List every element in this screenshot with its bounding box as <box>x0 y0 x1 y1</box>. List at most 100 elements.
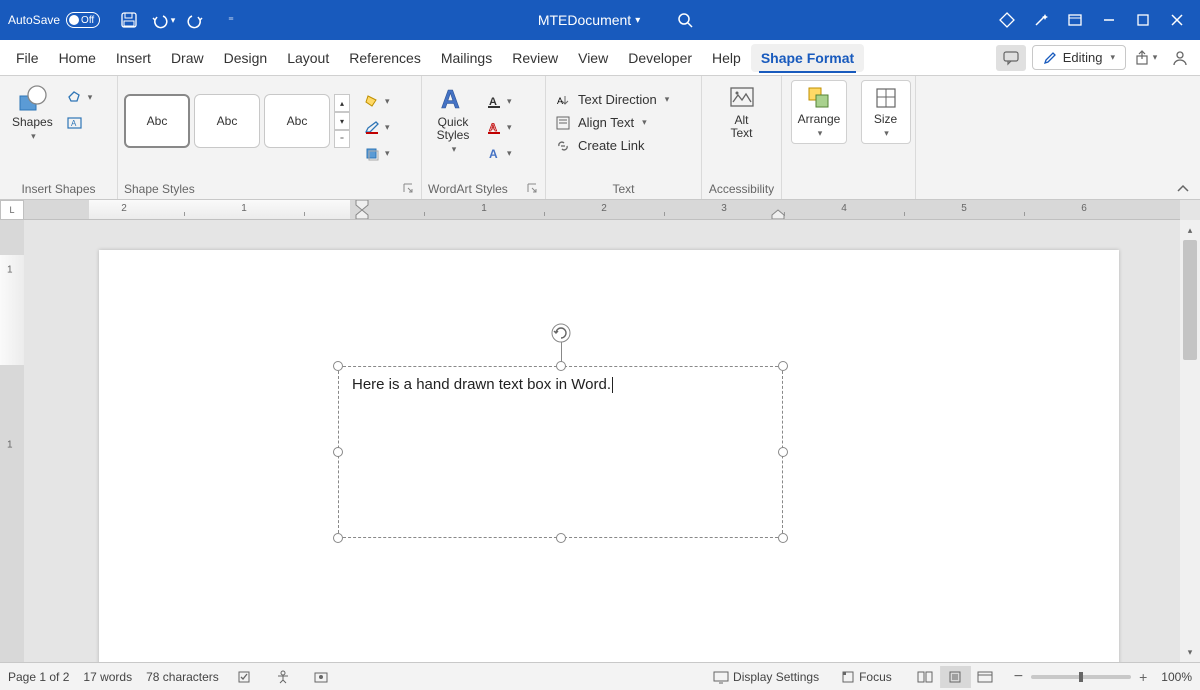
qat-customize-button[interactable]: ⁼ <box>216 5 246 35</box>
document-title[interactable]: MTEDocument▾ <box>538 12 640 28</box>
display-settings-button[interactable]: Display Settings <box>709 666 823 688</box>
page-status[interactable]: Page 1 of 2 <box>8 670 69 684</box>
text-box-shape[interactable]: Here is a hand drawn text box in Word. <box>338 366 783 538</box>
draw-text-box-button[interactable]: A <box>63 112 97 134</box>
comments-button[interactable] <box>996 45 1026 71</box>
maximize-button[interactable] <box>1128 5 1158 35</box>
tab-view[interactable]: View <box>568 44 618 72</box>
horizontal-ruler[interactable]: 2 1 1 2 3 4 5 6 <box>24 200 1180 220</box>
zoom-in-button[interactable]: + <box>1139 669 1147 685</box>
tab-references[interactable]: References <box>339 44 431 72</box>
vertical-scrollbar[interactable]: ▴ ▾ <box>1180 220 1200 662</box>
rotate-handle[interactable] <box>550 322 572 347</box>
align-text-button[interactable]: Align Text▾ <box>552 113 673 132</box>
group-label-wordart: WordArt Styles <box>428 182 508 196</box>
text-box-content[interactable]: Here is a hand drawn text box in Word. <box>352 376 613 393</box>
save-button[interactable] <box>114 5 144 35</box>
style-preset-2[interactable]: Abc <box>194 94 260 148</box>
gallery-prev[interactable]: ▴ <box>334 94 350 112</box>
quick-styles-button[interactable]: A Quick Styles▾ <box>428 80 478 159</box>
dialog-launcher-icon[interactable] <box>527 183 539 195</box>
resize-handle-e[interactable] <box>778 447 788 457</box>
print-layout-button[interactable] <box>940 666 970 688</box>
resize-handle-w[interactable] <box>333 447 343 457</box>
macro-status[interactable] <box>309 666 333 688</box>
tab-layout[interactable]: Layout <box>277 44 339 72</box>
group-label-text: Text <box>612 182 634 196</box>
gallery-more[interactable]: ⁼ <box>334 130 350 148</box>
scroll-down-button[interactable]: ▾ <box>1180 642 1200 662</box>
wand-icon[interactable] <box>1026 5 1056 35</box>
tab-review[interactable]: Review <box>502 44 568 72</box>
resize-handle-n[interactable] <box>556 361 566 371</box>
share-button[interactable]: ▾ <box>1132 44 1160 72</box>
tab-shape-format[interactable]: Shape Format <box>751 44 864 72</box>
wordart-icon: A <box>438 84 468 114</box>
size-button[interactable]: Size▾ <box>861 80 911 144</box>
group-label-insert-shapes: Insert Shapes <box>6 179 111 197</box>
accessibility-status[interactable] <box>271 666 295 688</box>
diamond-icon[interactable] <box>992 5 1022 35</box>
arrange-icon <box>806 85 832 111</box>
edit-shape-button[interactable]: ▾ <box>63 86 97 108</box>
right-indent-marker[interactable] <box>772 210 786 220</box>
tab-help[interactable]: Help <box>702 44 751 72</box>
zoom-out-button[interactable]: − <box>1014 668 1023 686</box>
collapse-ribbon-button[interactable] <box>1176 182 1190 196</box>
focus-mode-button[interactable]: Focus <box>837 666 896 688</box>
scroll-thumb[interactable] <box>1183 240 1197 360</box>
pencil-icon <box>1043 51 1057 65</box>
style-preset-3[interactable]: Abc <box>264 94 330 148</box>
shape-styles-gallery[interactable]: Abc Abc Abc ▴ ▾ ⁼ <box>124 88 350 154</box>
scroll-up-button[interactable]: ▴ <box>1180 220 1200 240</box>
zoom-slider[interactable] <box>1031 675 1131 679</box>
style-preset-1[interactable]: Abc <box>124 94 190 148</box>
document-area[interactable]: Here is a hand drawn text box in Word. <box>24 220 1180 662</box>
close-button[interactable] <box>1162 5 1192 35</box>
text-fill-button[interactable]: A▾ <box>482 90 516 112</box>
tab-home[interactable]: Home <box>49 44 106 72</box>
vertical-ruler[interactable]: 1 1 2 <box>0 220 24 662</box>
resize-handle-s[interactable] <box>556 533 566 543</box>
tab-developer[interactable]: Developer <box>618 44 702 72</box>
alt-text-button[interactable]: Alt Text <box>717 80 767 144</box>
dialog-launcher-icon[interactable] <box>403 183 415 195</box>
zoom-level[interactable]: 100% <box>1161 670 1192 684</box>
tab-draw[interactable]: Draw <box>161 44 214 72</box>
arrange-button[interactable]: Arrange▾ <box>791 80 848 144</box>
resize-handle-ne[interactable] <box>778 361 788 371</box>
tab-mailings[interactable]: Mailings <box>431 44 502 72</box>
left-indent-marker[interactable] <box>356 210 370 220</box>
shape-effects-button[interactable]: ▾ <box>360 142 394 164</box>
word-count[interactable]: 17 words <box>83 670 132 684</box>
shapes-button[interactable]: Shapes▾ <box>6 80 59 146</box>
ribbon-display-button[interactable] <box>1060 5 1090 35</box>
resize-handle-se[interactable] <box>778 533 788 543</box>
web-layout-button[interactable] <box>970 666 1000 688</box>
autosave-toggle[interactable]: AutoSave Off <box>8 12 100 28</box>
shape-fill-button[interactable]: ▾ <box>360 90 394 112</box>
group-label-shape-styles: Shape Styles <box>124 182 195 196</box>
text-direction-icon: A <box>556 93 572 107</box>
shape-outline-button[interactable]: ▾ <box>360 116 394 138</box>
text-effects-button[interactable]: A▾ <box>482 142 516 164</box>
char-count[interactable]: 78 characters <box>146 670 219 684</box>
read-mode-button[interactable] <box>910 666 940 688</box>
minimize-button[interactable] <box>1094 5 1124 35</box>
editing-mode-button[interactable]: Editing▾ <box>1032 45 1126 70</box>
text-direction-button[interactable]: A Text Direction▾ <box>552 90 673 109</box>
redo-button[interactable] <box>182 5 212 35</box>
tab-file[interactable]: File <box>6 44 49 72</box>
tab-design[interactable]: Design <box>214 44 278 72</box>
account-button[interactable] <box>1166 44 1194 72</box>
spelling-status[interactable] <box>233 666 257 688</box>
gallery-next[interactable]: ▾ <box>334 112 350 130</box>
size-icon <box>873 85 899 111</box>
search-button[interactable] <box>670 12 700 28</box>
text-outline-button[interactable]: A▾ <box>482 116 516 138</box>
tab-insert[interactable]: Insert <box>106 44 161 72</box>
resize-handle-nw[interactable] <box>333 361 343 371</box>
resize-handle-sw[interactable] <box>333 533 343 543</box>
undo-button[interactable]: ▾ <box>148 5 178 35</box>
create-link-button[interactable]: Create Link <box>552 136 673 155</box>
